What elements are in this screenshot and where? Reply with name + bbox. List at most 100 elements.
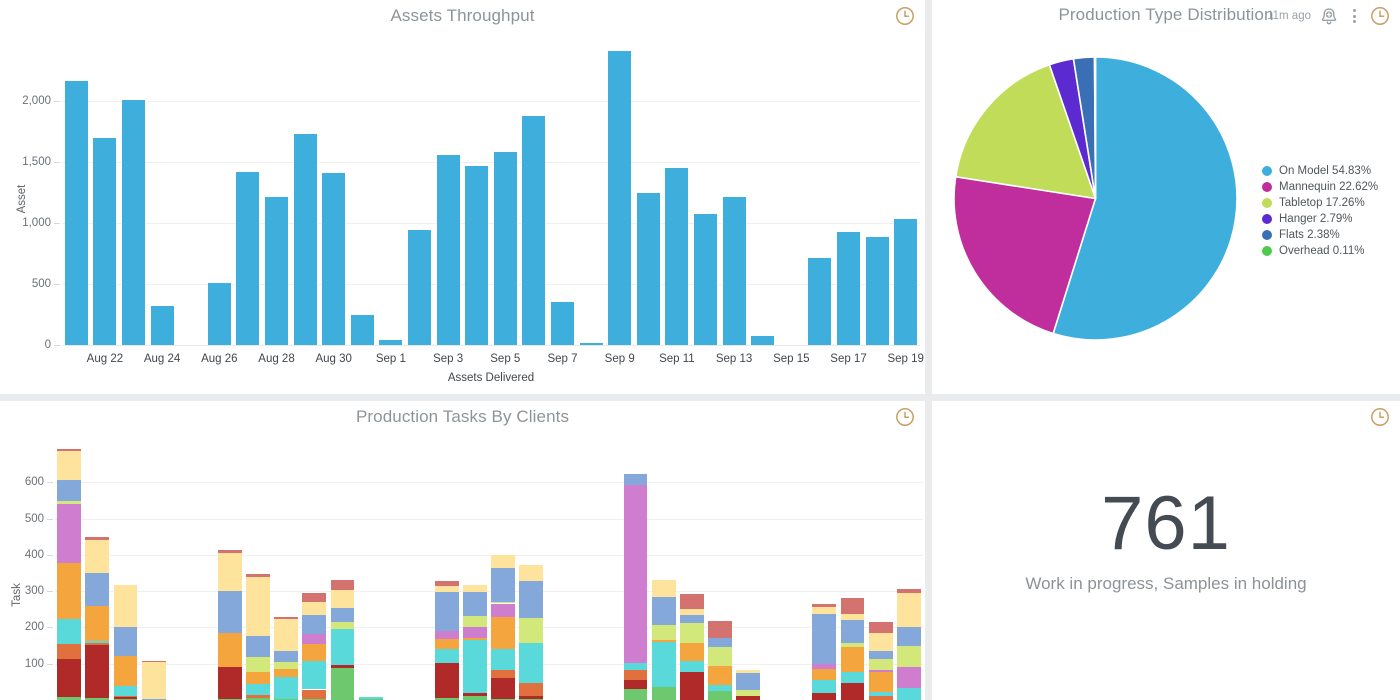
stacked-bar-segment[interactable] [624, 474, 648, 485]
stacked-bar-segment[interactable] [274, 651, 298, 662]
stacked-bar-segment[interactable] [435, 631, 459, 639]
stacked-bar-segment[interactable] [302, 615, 326, 633]
stacked-bar-segment[interactable] [114, 656, 138, 685]
stacked-bar-segment[interactable] [274, 662, 298, 669]
stacked-bar-segment[interactable] [624, 680, 648, 689]
stacked-bar-segment[interactable] [57, 501, 81, 504]
stacked-bar-segment[interactable] [463, 638, 487, 640]
stacked-bar-segment[interactable] [708, 691, 732, 700]
stacked-bar-segment[interactable] [624, 689, 648, 700]
bar[interactable] [236, 172, 259, 345]
stacked-bar-segment[interactable] [331, 622, 355, 629]
stacked-bar-segment[interactable] [869, 692, 893, 696]
stacked-bar-segment[interactable] [435, 663, 459, 698]
stacked-bar-segment[interactable] [142, 661, 166, 662]
bar[interactable] [265, 197, 288, 345]
stacked-bar-segment[interactable] [218, 667, 242, 698]
stacked-bar-segment[interactable] [463, 627, 487, 638]
bar[interactable] [723, 197, 746, 345]
stacked-bar-segment[interactable] [57, 659, 81, 697]
stacked-bar-segment[interactable] [85, 537, 109, 539]
bar[interactable] [93, 138, 116, 345]
stacked-bar-segment[interactable] [652, 642, 676, 687]
bar[interactable] [465, 166, 488, 345]
bar[interactable] [866, 237, 889, 345]
stacked-bar-segment[interactable] [869, 670, 893, 672]
stacked-bar-segment[interactable] [491, 670, 515, 678]
bar[interactable] [65, 81, 88, 345]
stacked-bar-segment[interactable] [463, 592, 487, 617]
stacked-bar-segment[interactable] [57, 451, 81, 480]
stacked-bar-segment[interactable] [218, 591, 242, 633]
bar[interactable] [322, 173, 345, 345]
stacked-bar-segment[interactable] [114, 696, 138, 697]
stacked-bar-segment[interactable] [85, 641, 109, 644]
stacked-bar-segment[interactable] [841, 614, 865, 621]
stacked-bar-segment[interactable] [463, 693, 487, 696]
stacked-bar-segment[interactable] [85, 645, 109, 698]
stacked-bar-segment[interactable] [246, 577, 270, 636]
bar[interactable] [379, 340, 402, 345]
stacked-bar-segment[interactable] [57, 644, 81, 659]
stacked-bar-segment[interactable] [897, 589, 921, 593]
stacked-bar-segment[interactable] [57, 480, 81, 501]
stacked-bar-segment[interactable] [57, 449, 81, 451]
stacked-bar-segment[interactable] [841, 620, 865, 643]
pie-slice[interactable] [1095, 57, 1096, 199]
stacked-bar-segment[interactable] [331, 665, 355, 668]
stacked-bar-segment[interactable] [680, 672, 704, 700]
stacked-bar-segment[interactable] [519, 683, 543, 696]
bar[interactable] [751, 336, 774, 345]
stacked-bar-segment[interactable] [897, 646, 921, 667]
stacked-bar-segment[interactable] [302, 690, 326, 699]
stacked-bar-segment[interactable] [812, 614, 836, 665]
stacked-bar-segment[interactable] [246, 672, 270, 684]
stacked-bar-segment[interactable] [491, 602, 515, 603]
stacked-bar-segment[interactable] [519, 618, 543, 643]
bar[interactable] [494, 152, 517, 345]
stacked-bar-segment[interactable] [680, 661, 704, 672]
stacked-bar-segment[interactable] [519, 696, 543, 699]
stacked-bar-segment[interactable] [519, 565, 543, 580]
stacked-bar-segment[interactable] [57, 619, 81, 644]
stacked-bar-segment[interactable] [274, 677, 298, 699]
stacked-bar-segment[interactable] [652, 640, 676, 642]
stacked-bar-segment[interactable] [708, 621, 732, 638]
stacked-bar-segment[interactable] [897, 627, 921, 646]
stacked-bar-segment[interactable] [869, 633, 893, 650]
stacked-bar-segment[interactable] [246, 684, 270, 695]
stacked-bar-segment[interactable] [359, 697, 383, 698]
stacked-bar-segment[interactable] [85, 643, 109, 645]
stacked-bar-segment[interactable] [463, 616, 487, 627]
stacked-bar-segment[interactable] [897, 593, 921, 627]
stacked-bar-segment[interactable] [85, 540, 109, 574]
bar[interactable] [551, 302, 574, 345]
stacked-bar-segment[interactable] [869, 659, 893, 669]
stacked-bar-segment[interactable] [57, 563, 81, 619]
stacked-bar-segment[interactable] [624, 663, 648, 670]
production-type-pie[interactable] [954, 57, 1237, 340]
stacked-bar-segment[interactable] [869, 651, 893, 660]
stacked-bar-segment[interactable] [652, 597, 676, 625]
stacked-bar-segment[interactable] [218, 633, 242, 667]
bar[interactable] [694, 214, 717, 345]
legend-item[interactable]: Mannequin 22.62% [1262, 179, 1378, 194]
bar[interactable] [122, 100, 145, 345]
stacked-bar-segment[interactable] [331, 580, 355, 591]
stacked-bar-segment[interactable] [841, 647, 865, 672]
stacked-bar-segment[interactable] [274, 617, 298, 619]
stacked-bar-segment[interactable] [302, 602, 326, 616]
stacked-bar-segment[interactable] [841, 683, 865, 700]
stacked-bar-segment[interactable] [519, 581, 543, 619]
stacked-bar-segment[interactable] [624, 485, 648, 663]
stacked-bar-segment[interactable] [841, 598, 865, 613]
stacked-bar-segment[interactable] [302, 644, 326, 661]
stacked-bar-segment[interactable] [435, 639, 459, 649]
stacked-bar-segment[interactable] [218, 550, 242, 553]
stacked-bar-segment[interactable] [708, 647, 732, 666]
stacked-bar-segment[interactable] [897, 667, 921, 688]
bar[interactable] [437, 155, 460, 345]
stacked-bar-segment[interactable] [812, 693, 836, 700]
stacked-bar-segment[interactable] [897, 688, 921, 700]
stacked-bar-segment[interactable] [246, 657, 270, 672]
